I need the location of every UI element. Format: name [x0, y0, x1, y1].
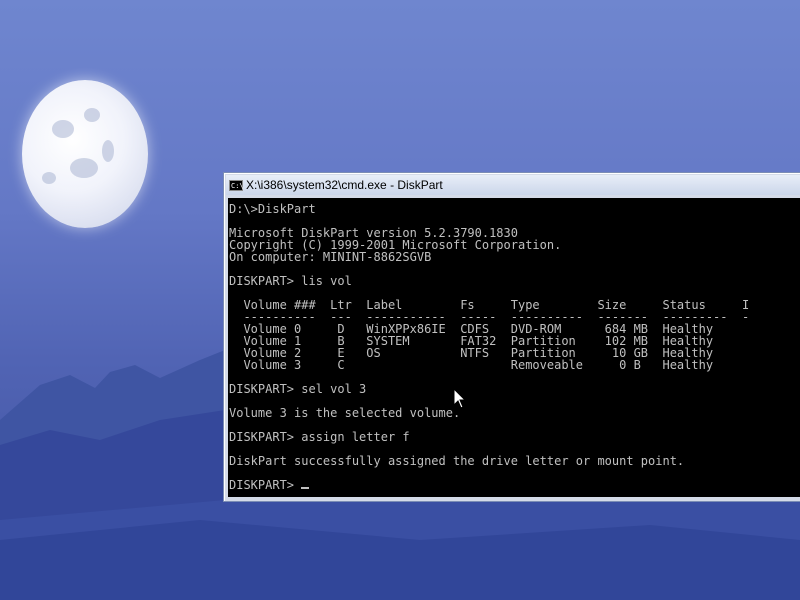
console-text: D:\>DiskPart Microsoft DiskPart version … — [229, 202, 750, 468]
mouse-pointer-icon — [453, 388, 467, 409]
console-output[interactable]: D:\>DiskPart Microsoft DiskPart version … — [228, 198, 800, 497]
cmd-window[interactable]: C:\ X:\i386\system32\cmd.exe - DiskPart … — [223, 172, 800, 502]
cmd-icon[interactable]: C:\ — [229, 179, 244, 191]
text-cursor — [301, 487, 310, 489]
console-prompt: DISKPART> — [229, 478, 302, 492]
window-titlebar[interactable]: C:\ X:\i386\system32\cmd.exe - DiskPart — [226, 175, 800, 195]
window-title: X:\i386\system32\cmd.exe - DiskPart — [246, 178, 443, 192]
